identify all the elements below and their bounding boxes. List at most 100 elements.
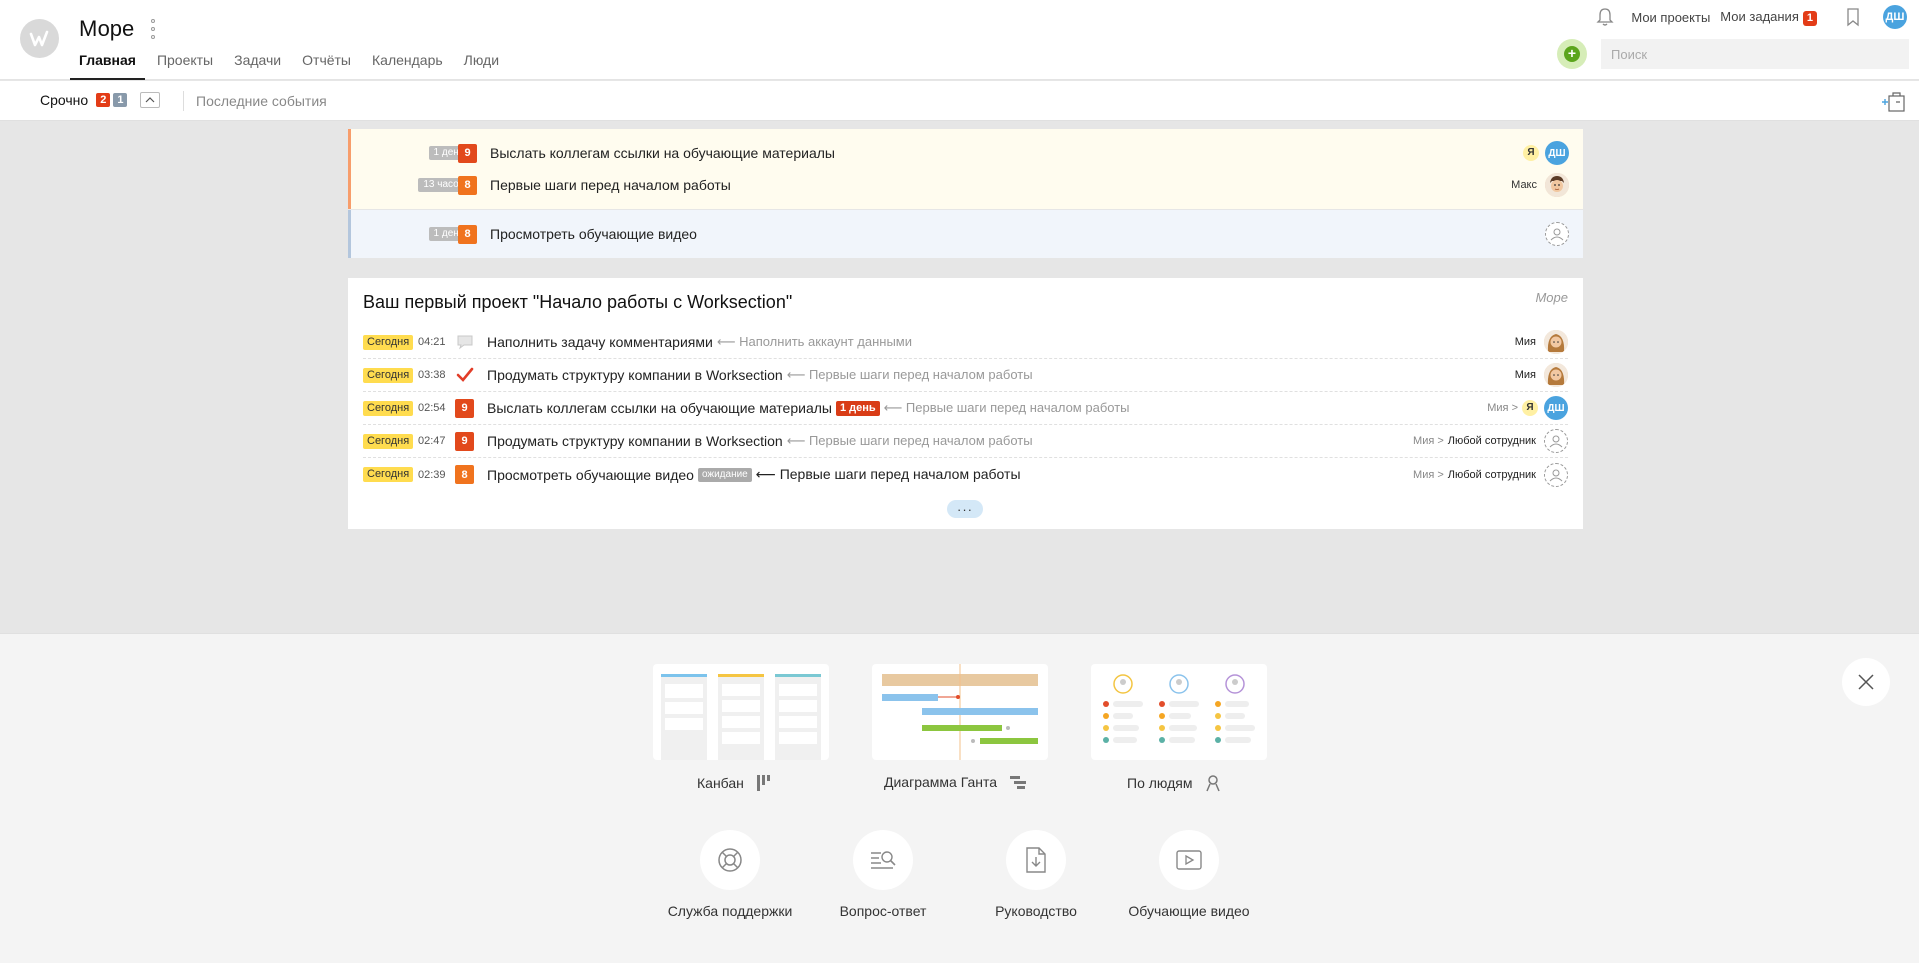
parent-task[interactable]: ⟵ Первые шаги перед началом работы xyxy=(787,367,1033,383)
people-view-card[interactable] xyxy=(1091,664,1267,760)
support-link[interactable]: Служба поддержки xyxy=(660,830,800,919)
priority-badge: 9 xyxy=(455,398,474,418)
bell-icon[interactable] xyxy=(1594,6,1616,28)
task-name[interactable]: Просмотреть обучающие видео xyxy=(490,226,697,242)
show-more-button[interactable]: ··· xyxy=(947,500,983,518)
add-project-icon[interactable] xyxy=(1880,90,1906,114)
task-name[interactable]: Выслать коллегам ссылки на обучающие мат… xyxy=(490,145,835,161)
task-row[interactable]: 1 день 8 Просмотреть обучающие видео xyxy=(351,221,1583,247)
worksection-logo[interactable] xyxy=(20,19,59,58)
task-row[interactable]: 1 день 9 Выслать коллегам ссылки на обуч… xyxy=(351,140,1583,166)
more-options-icon[interactable] xyxy=(149,19,157,39)
event-text: Продумать структуру компании в Worksecti… xyxy=(487,433,1033,449)
guide-button[interactable] xyxy=(1006,830,1066,890)
parent-task[interactable]: ⟵ Наполнить аккаунт данными xyxy=(717,334,912,350)
faq-button[interactable] xyxy=(853,830,913,890)
download-doc-icon xyxy=(1026,847,1046,873)
onboarding-panel: Канбан Диаграмма Ганта По людям Служба п… xyxy=(0,633,1919,963)
event-row[interactable]: Сегодня 02:47 9 Продумать структуру комп… xyxy=(363,425,1568,458)
event-row[interactable]: Сегодня 04:21 Наполнить задачу комментар… xyxy=(363,326,1568,359)
event-text: Наполнить задачу комментариями ⟵ Наполни… xyxy=(487,334,912,350)
gantt-view-label[interactable]: Диаграмма Ганта xyxy=(884,774,1027,790)
support-button[interactable] xyxy=(700,830,760,890)
top-right-toolbar: Мои проекты Мои задания 1 ДШ xyxy=(1594,5,1907,29)
project-events-panel: Ваш первый проект "Начало работы с Works… xyxy=(348,278,1583,529)
event-row[interactable]: Сегодня 03:38 Продумать структуру компан… xyxy=(363,359,1568,392)
event-row[interactable]: Сегодня 02:39 8 Просмотреть обучающие ви… xyxy=(363,458,1568,491)
bookmark-icon[interactable] xyxy=(1845,7,1861,27)
unassigned-avatar[interactable] xyxy=(1545,222,1569,246)
unassigned-avatar[interactable] xyxy=(1544,429,1568,453)
parent-task[interactable]: ⟵ Первые шаги перед началом работы xyxy=(756,466,1021,483)
add-new-button[interactable]: + xyxy=(1557,39,1587,69)
task-name[interactable]: Продумать структуру компании в Worksecti… xyxy=(487,367,783,383)
faq-search-icon xyxy=(871,851,896,869)
collapse-button[interactable] xyxy=(140,92,161,108)
male-face-icon xyxy=(1545,173,1569,197)
urgent-filter[interactable]: Срочно 2 1 xyxy=(40,92,161,108)
recent-events-link[interactable]: Последние события xyxy=(196,93,327,109)
nav-reports[interactable]: Отчёты xyxy=(293,50,360,80)
kanban-view-label[interactable]: Канбан xyxy=(697,774,772,792)
event-text: Продумать структуру компании в Worksecti… xyxy=(487,367,1033,383)
task-name[interactable]: Продумать структуру компании в Worksecti… xyxy=(487,433,783,449)
chevron-up-icon xyxy=(146,97,155,103)
my-tasks-link[interactable]: Мои задания 1 xyxy=(1720,9,1817,26)
task-name[interactable]: Первые шаги перед началом работы xyxy=(490,177,731,193)
videos-link[interactable]: Обучающие видео xyxy=(1119,830,1259,919)
guide-link[interactable]: Руководство xyxy=(966,830,1106,919)
task-name[interactable]: Наполнить задачу комментариями xyxy=(487,334,713,350)
gantt-view-card[interactable] xyxy=(872,664,1048,760)
kanban-icon xyxy=(756,775,770,791)
assigned-to: Любой сотрудник xyxy=(1447,435,1536,447)
assignee-name: Мия xyxy=(1514,336,1536,348)
event-day-badge: Сегодня xyxy=(363,334,414,350)
project-title[interactable]: Ваш первый проект "Начало работы с Works… xyxy=(363,292,792,313)
event-row[interactable]: Сегодня 02:54 9 Выслать коллегам ссылки … xyxy=(363,392,1568,425)
me-badge: Я xyxy=(1523,145,1539,161)
page-title: Море xyxy=(79,16,135,41)
avatar[interactable] xyxy=(1544,363,1568,387)
task-name[interactable]: Выслать коллегам ссылки на обучающие мат… xyxy=(487,400,832,416)
user-avatar[interactable]: ДШ xyxy=(1883,5,1907,29)
lifebuoy-icon xyxy=(718,848,742,872)
search-input[interactable] xyxy=(1601,39,1909,69)
faq-link[interactable]: Вопрос-ответ xyxy=(813,830,953,919)
event-time: 04:21 xyxy=(418,336,446,348)
avatar[interactable] xyxy=(1545,173,1569,197)
videos-button[interactable] xyxy=(1159,830,1219,890)
avatar[interactable]: ДШ xyxy=(1544,396,1568,420)
unassigned-avatar[interactable] xyxy=(1544,462,1568,487)
nav-projects[interactable]: Проекты xyxy=(148,50,222,80)
event-assignee: Мия xyxy=(1515,330,1568,354)
parent-task[interactable]: ⟵ Первые шаги перед началом работы xyxy=(787,433,1033,449)
parent-task[interactable]: ⟵ Первые шаги перед началом работы xyxy=(884,400,1130,416)
filter-bar: Срочно 2 1 Последние события xyxy=(0,81,1919,121)
me-badge: Я xyxy=(1522,400,1538,416)
user-outline-icon xyxy=(1549,435,1563,448)
avatar[interactable]: ДШ xyxy=(1545,141,1569,165)
event-assignee: Мия > Любой сотрудник xyxy=(1413,429,1568,453)
nav-calendar[interactable]: Календарь xyxy=(363,50,452,80)
assigned-from: Мия > xyxy=(1413,468,1444,481)
other-count-badge: 1 xyxy=(113,93,128,107)
event-time: 02:47 xyxy=(418,435,446,447)
nav-home[interactable]: Главная xyxy=(70,50,145,80)
avatar[interactable] xyxy=(1544,330,1568,354)
nav-tasks[interactable]: Задачи xyxy=(225,50,290,80)
event-day-badge: Сегодня xyxy=(363,467,414,482)
people-view-label[interactable]: По людям xyxy=(1127,774,1222,792)
task-assignee: Я ДШ xyxy=(1523,141,1569,165)
assignee-name: Мия xyxy=(1514,369,1536,381)
task-row[interactable]: 13 часов 8 Первые шаги перед началом раб… xyxy=(351,172,1583,198)
status-badge: ожидание xyxy=(697,467,752,482)
nav-people[interactable]: Люди xyxy=(455,50,508,80)
my-projects-link[interactable]: Мои проекты xyxy=(1631,10,1710,25)
kanban-view-card[interactable] xyxy=(653,664,829,760)
project-tag[interactable]: Море xyxy=(1535,290,1568,305)
task-name[interactable]: Просмотреть обучающие видео xyxy=(487,467,694,483)
close-button[interactable] xyxy=(1842,658,1890,706)
event-text: Просмотреть обучающие видео ожидание ⟵ П… xyxy=(487,466,1021,483)
kanban-preview xyxy=(661,674,821,760)
overdue-badge: 1 день xyxy=(835,400,880,416)
